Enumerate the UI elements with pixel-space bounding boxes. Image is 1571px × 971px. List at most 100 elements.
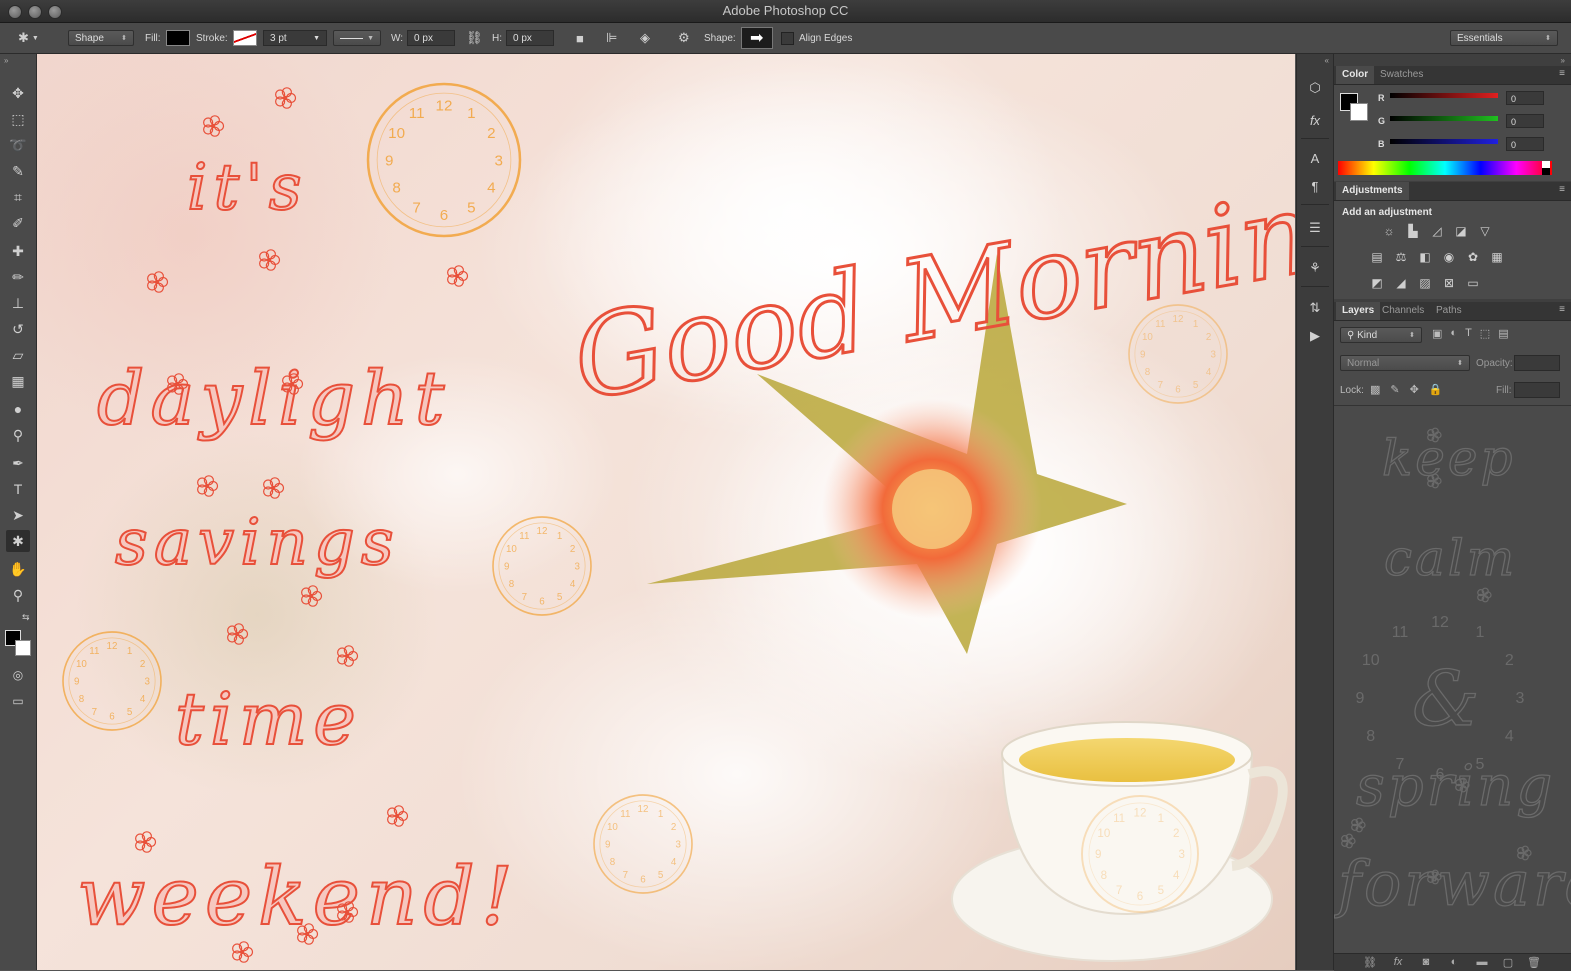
fill-field[interactable] <box>1514 382 1560 398</box>
brightness-icon[interactable]: ☼ <box>1380 223 1398 239</box>
swap-colors-icon[interactable]: ⇆ <box>22 612 30 623</box>
quick-mask-icon[interactable]: ◎ <box>6 664 30 686</box>
new-adjustment-icon[interactable]: ◐ <box>1446 954 1462 970</box>
collapse-panels-icon[interactable]: » <box>1561 56 1565 65</box>
paragraph-icon[interactable]: ¶ <box>1303 176 1327 196</box>
custom-shape-tool[interactable]: ✱ <box>6 530 30 552</box>
path-arrangement-icon[interactable]: ◈ <box>640 30 650 46</box>
properties-icon[interactable]: ☰ <box>1303 218 1327 238</box>
path-operations-icon[interactable]: ■ <box>576 31 584 46</box>
fill-swatch[interactable] <box>165 30 190 46</box>
lasso-tool[interactable]: ➰ <box>6 134 30 156</box>
brush-presets-icon[interactable]: ⚘ <box>1303 258 1327 278</box>
panel-menu-icon[interactable]: ≡ <box>1559 184 1565 195</box>
tool-mode-select[interactable]: Shape ⬍ <box>68 30 134 46</box>
shape-picker[interactable]: ➡ <box>740 27 773 49</box>
filter-type-icon[interactable]: T <box>1465 327 1472 340</box>
black-white-icon[interactable]: ◧ <box>1416 249 1434 265</box>
pen-tool[interactable]: ✒ <box>6 452 30 474</box>
color-bg-swatch[interactable] <box>1350 103 1368 121</box>
stroke-type-select[interactable]: ▼ <box>333 30 381 46</box>
document-canvas[interactable]: 12 1 2 3 4 5 6 7 8 9 10 11 12 1 2 3 4 5 6 7 8 9 10 11 12 1 2 3 4 5 6 7 8… <box>37 54 1295 970</box>
height-field[interactable]: 0 px <box>506 30 554 46</box>
vibrance-icon[interactable]: ▽ <box>1476 223 1494 239</box>
blend-mode-select[interactable]: Normal ⬍ <box>1340 355 1470 371</box>
align-edges-checkbox[interactable] <box>781 31 794 45</box>
gear-icon[interactable]: ⚙ <box>678 30 690 46</box>
new-group-icon[interactable]: ▬ <box>1474 954 1490 970</box>
color-spectrum[interactable] <box>1338 161 1552 175</box>
posterize-icon[interactable]: ◢ <box>1392 275 1410 291</box>
channel-value-g[interactable]: 0 <box>1506 114 1544 128</box>
color-balance-icon[interactable]: ⚖ <box>1392 249 1410 265</box>
panel-menu-icon[interactable]: ≡ <box>1559 68 1565 79</box>
crop-tool[interactable]: ⌗ <box>6 186 30 208</box>
tab-adjustments[interactable]: Adjustments <box>1336 182 1409 200</box>
lock-transparency-icon[interactable]: ▩ <box>1370 383 1380 396</box>
history-brush-tool[interactable]: ↺ <box>6 318 30 340</box>
move-tool[interactable]: ✥ <box>6 82 30 104</box>
stroke-width-field[interactable]: 3 pt ▼ <box>263 30 327 46</box>
dodge-tool[interactable]: ⚲ <box>6 424 30 446</box>
channel-slider-g[interactable] <box>1390 116 1498 121</box>
tab-swatches[interactable]: Swatches <box>1374 66 1429 84</box>
eyedropper-tool[interactable]: ✐ <box>6 212 30 234</box>
add-mask-icon[interactable]: ◙ <box>1418 954 1434 970</box>
quick-selection-tool[interactable]: ✎ <box>6 160 30 182</box>
channel-slider-r[interactable] <box>1390 93 1498 98</box>
channel-mixer-icon[interactable]: ✿ <box>1464 249 1482 265</box>
opacity-field[interactable] <box>1514 355 1560 371</box>
zoom-tool[interactable]: ⚲ <box>6 584 30 606</box>
panel-menu-icon[interactable]: ≡ <box>1559 304 1565 315</box>
brush-tool[interactable]: ✏ <box>6 266 30 288</box>
path-selection-tool[interactable]: ➤ <box>6 504 30 526</box>
threshold-icon[interactable]: ▨ <box>1416 275 1434 291</box>
selective-color-icon[interactable]: ⊠ <box>1440 275 1458 291</box>
type-tool[interactable]: T <box>6 478 30 500</box>
path-alignment-icon[interactable]: ⊫ <box>606 30 617 46</box>
hue-saturation-icon[interactable]: ▤ <box>1368 249 1386 265</box>
delete-layer-icon[interactable]: 🗑 <box>1526 954 1542 970</box>
tab-paths[interactable]: Paths <box>1430 302 1468 320</box>
link-layers-icon[interactable]: ⛓ <box>1362 954 1378 970</box>
channel-value-b[interactable]: 0 <box>1506 137 1544 151</box>
channel-slider-b[interactable] <box>1390 139 1498 144</box>
exposure-icon[interactable]: ◪ <box>1452 223 1470 239</box>
filter-adjustment-icon[interactable]: ◐ <box>1450 327 1457 340</box>
gradient-tool[interactable]: ▦ <box>6 370 30 392</box>
workspace-select[interactable]: Essentials ⬍ <box>1450 30 1558 46</box>
character-icon[interactable]: A <box>1303 148 1327 168</box>
healing-brush-tool[interactable]: ✚ <box>6 240 30 262</box>
collapse-toolbar-icon[interactable]: » <box>4 56 8 65</box>
eraser-tool[interactable]: ▱ <box>6 344 30 366</box>
layer-filter-select[interactable]: ⚲ Kind ⬍ <box>1340 327 1422 343</box>
collapse-dock-icon[interactable]: « <box>1325 56 1329 65</box>
lock-all-icon[interactable]: 🔒 <box>1429 383 1443 396</box>
link-icon[interactable]: ⛓ <box>466 30 483 46</box>
lock-pixels-icon[interactable]: ✎ <box>1390 383 1399 396</box>
color-lookup-icon[interactable]: ▦ <box>1488 249 1506 265</box>
background-color-swatch[interactable] <box>15 640 31 656</box>
add-style-icon[interactable]: fx <box>1390 954 1406 970</box>
width-field[interactable]: 0 px <box>407 30 456 46</box>
screen-mode-icon[interactable]: ▭ <box>6 690 30 712</box>
tool-preset-picker[interactable]: ✱ ▼ <box>18 23 39 53</box>
stroke-swatch[interactable] <box>232 30 257 46</box>
invert-icon[interactable]: ◩ <box>1368 275 1386 291</box>
clone-stamp-tool[interactable]: ⊥ <box>6 292 30 314</box>
new-layer-icon[interactable]: ▢ <box>1500 954 1516 970</box>
tab-layers[interactable]: Layers <box>1336 302 1381 320</box>
curves-icon[interactable]: ◿ <box>1428 223 1446 239</box>
history-icon[interactable]: ⇅ <box>1303 298 1327 318</box>
filter-shape-icon[interactable]: ⬚ <box>1480 327 1490 340</box>
levels-icon[interactable]: ▙ <box>1404 223 1422 239</box>
lock-position-icon[interactable]: ✥ <box>1410 383 1419 396</box>
gradient-map-icon[interactable]: ▭ <box>1464 275 1482 291</box>
tab-color[interactable]: Color <box>1336 66 1375 84</box>
tab-channels[interactable]: Channels <box>1376 302 1430 320</box>
photo-filter-icon[interactable]: ◉ <box>1440 249 1458 265</box>
styles-icon[interactable]: fx <box>1303 110 1327 130</box>
hand-tool[interactable]: ✋ <box>6 558 30 580</box>
filter-pixel-icon[interactable]: ▣ <box>1432 327 1442 340</box>
actions-play-icon[interactable]: ▶ <box>1303 326 1327 346</box>
